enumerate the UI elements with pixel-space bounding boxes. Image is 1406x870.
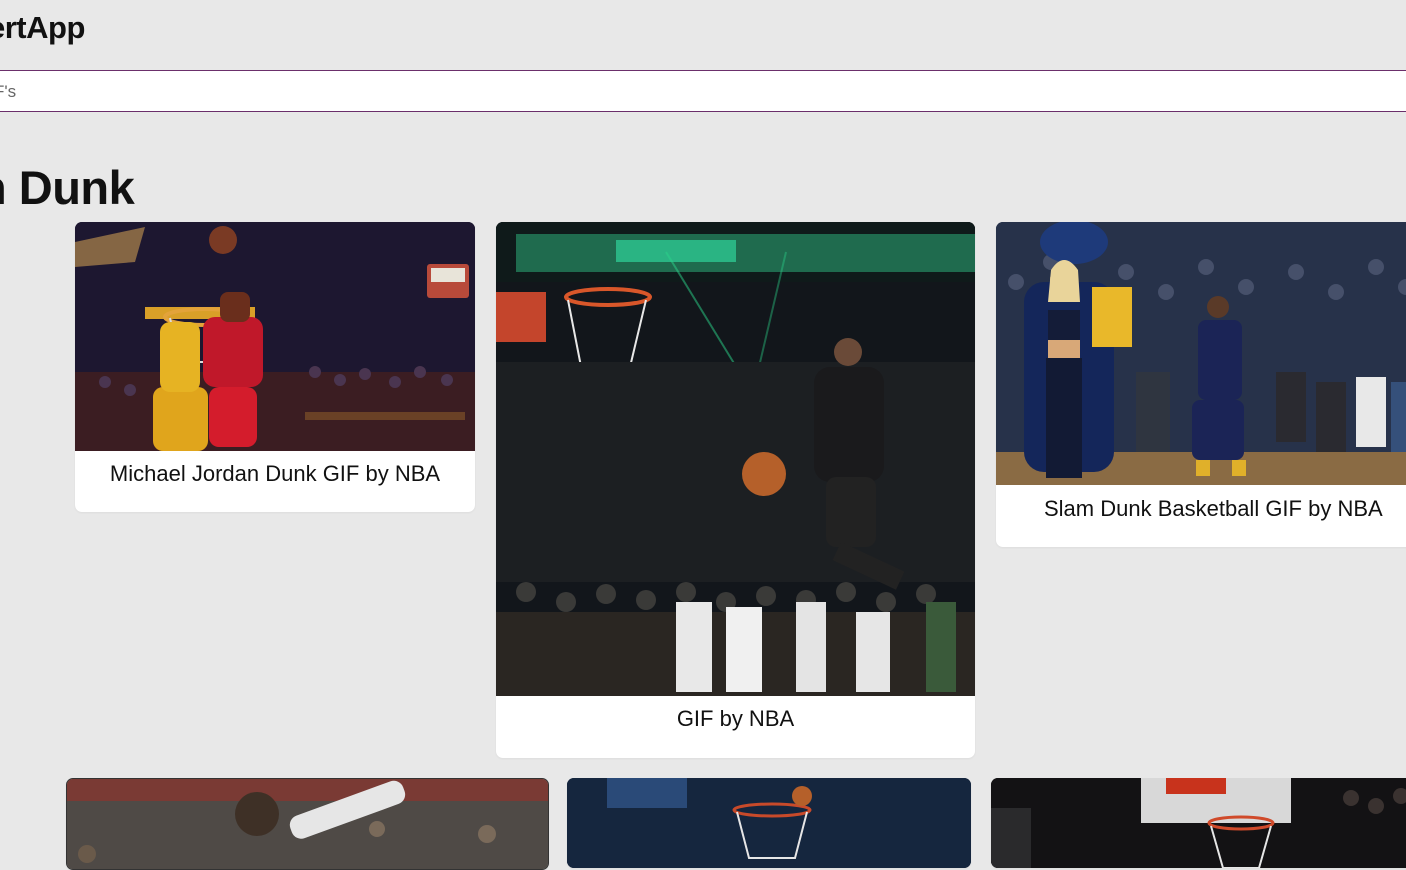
gif-thumbnail[interactable] — [75, 222, 475, 451]
gif-thumbnail[interactable] — [496, 222, 975, 696]
gif-card[interactable]: GIF by NBA — [496, 222, 975, 758]
gif-thumbnail[interactable] — [991, 778, 1406, 868]
gif-thumbnail[interactable] — [567, 778, 971, 868]
gif-card[interactable]: Michael Jordan Dunk GIF by NBA — [75, 222, 475, 512]
gif-thumbnail[interactable] — [996, 222, 1406, 485]
gif-image — [496, 222, 975, 696]
gif-card[interactable]: Slam Dunk Basketball GIF by NBA — [996, 222, 1406, 547]
gif-card[interactable] — [66, 778, 549, 870]
gif-image — [67, 779, 548, 869]
gif-card[interactable] — [991, 778, 1406, 868]
search-input[interactable]: F's — [0, 70, 1406, 112]
app-title: ertApp — [0, 10, 85, 45]
gif-caption[interactable]: Michael Jordan Dunk GIF by NBA — [75, 451, 475, 487]
search-results-heading: n Dunk — [0, 161, 135, 214]
gif-caption[interactable]: Slam Dunk Basketball GIF by NBA — [996, 485, 1406, 522]
gif-caption[interactable]: GIF by NBA — [496, 696, 975, 732]
gif-image — [567, 778, 971, 868]
gif-image — [991, 778, 1406, 868]
gif-image — [75, 222, 475, 451]
gif-thumbnail[interactable] — [67, 779, 548, 869]
gif-card[interactable] — [567, 778, 971, 868]
gif-image — [996, 222, 1406, 485]
